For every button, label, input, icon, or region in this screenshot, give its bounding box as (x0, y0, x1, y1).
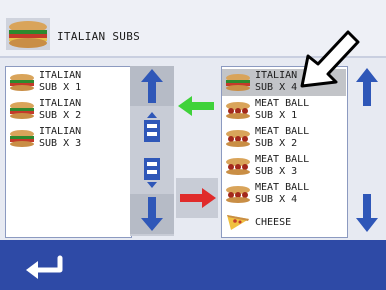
list-item[interactable]: ITALIAN SUB X 3 (6, 125, 130, 152)
scroll-down-button[interactable] (356, 194, 378, 234)
reorder-up-icon (144, 112, 160, 142)
sandwich-icon (6, 18, 50, 50)
meatball-sub-icon (226, 102, 250, 119)
list-item-label: ITALIAN SUB X 3 (39, 126, 82, 149)
meatball-sub-icon (226, 158, 250, 175)
list-item-label: MEAT BALL SUB X 4 (255, 182, 310, 205)
arrow-up-icon (141, 69, 163, 103)
list-item-label: MEAT BALL SUB X 1 (255, 98, 310, 121)
arrow-left-icon (178, 96, 214, 116)
italian-sub-icon (226, 74, 250, 91)
left-item-list: ITALIAN SUB X 1 ITALIAN SUB X 2 ITALIAN … (5, 66, 132, 238)
meatball-sub-icon (226, 186, 250, 203)
list-item[interactable]: MEAT BALL SUB X 4 (222, 181, 346, 208)
scroll-down-button[interactable] (130, 194, 174, 234)
screen: ITALIAN SUBS ITALIAN SUB X 1 ITALIAN SUB… (0, 0, 386, 290)
reorder-down-icon (144, 158, 160, 188)
list-item[interactable]: MEAT BALL SUB X 1 (222, 97, 346, 124)
list-item[interactable]: ITALIAN SUB X 1 (6, 69, 130, 96)
move-down-button[interactable] (130, 152, 174, 192)
return-arrow-icon (26, 255, 63, 279)
list-item-label: CHEESE (255, 217, 292, 228)
list-item[interactable]: MEAT BALL SUB X 3 (222, 153, 346, 180)
arrow-down-icon (356, 194, 378, 232)
list-item-label: ITALIAN SUB X 2 (39, 98, 82, 121)
list-item-label: MEAT BALL SUB X 3 (255, 154, 310, 177)
left-list-controls (130, 66, 174, 236)
meatball-sub-icon (226, 130, 250, 147)
pointer-cursor-icon (300, 30, 360, 88)
list-item-label: ITALIAN SUB X 1 (39, 70, 82, 93)
italian-sub-icon (10, 130, 34, 147)
italian-sub-icon (10, 102, 34, 119)
back-button[interactable] (22, 254, 68, 280)
cheese-pizza-icon (227, 215, 249, 230)
list-item[interactable]: ITALIAN SUB X 2 (6, 97, 130, 124)
move-up-button[interactable] (130, 108, 174, 148)
list-item[interactable]: MEAT BALL SUB X 2 (222, 125, 346, 152)
move-left-button[interactable] (176, 86, 218, 126)
italian-sub-icon (10, 74, 34, 91)
arrow-down-icon (141, 197, 163, 231)
scroll-up-button[interactable] (130, 66, 174, 106)
move-right-button[interactable] (176, 178, 218, 218)
page-title: ITALIAN SUBS (57, 30, 141, 43)
list-item[interactable]: CHEESE (222, 209, 346, 236)
list-item-label: MEAT BALL SUB X 2 (255, 126, 310, 149)
footer-bar (0, 240, 386, 290)
arrow-right-icon (180, 188, 216, 208)
